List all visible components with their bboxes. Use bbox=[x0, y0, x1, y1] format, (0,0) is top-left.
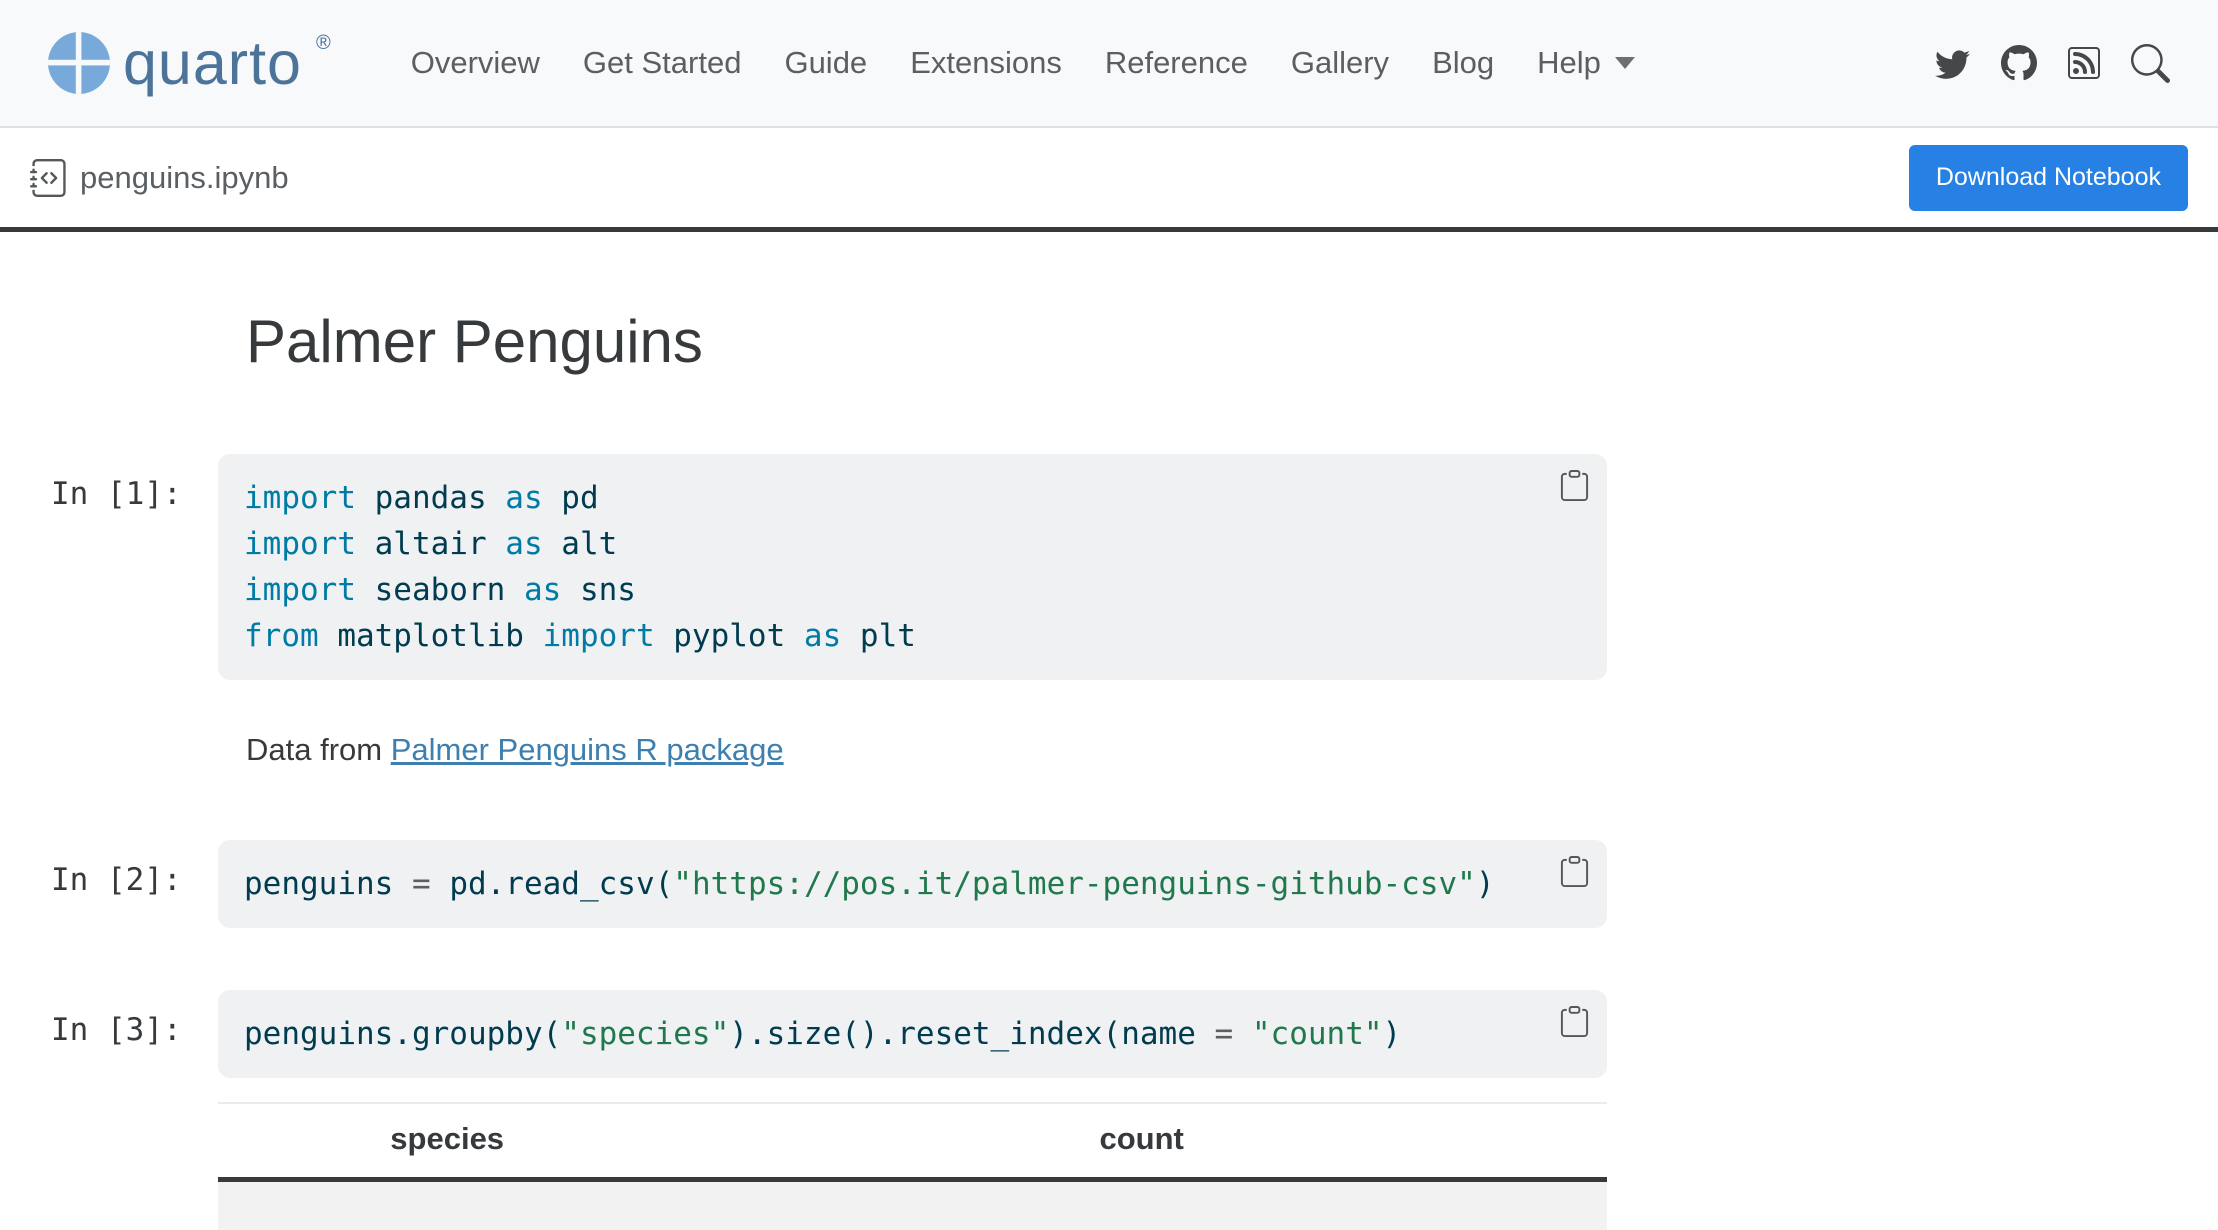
data-source-note: Data from Palmer Penguins R package bbox=[246, 732, 1607, 768]
code-block: penguins.groupby("species").size().reset… bbox=[244, 1011, 1537, 1057]
cell-execution-label: In [2]: bbox=[51, 840, 218, 928]
palmer-penguins-link[interactable]: Palmer Penguins R package bbox=[391, 732, 784, 767]
code-cell-3: In [3]: penguins.groupby("species").size… bbox=[51, 990, 1607, 1078]
code-block: penguins = pd.read_csv("https://pos.it/p… bbox=[244, 861, 1537, 907]
twitter-icon[interactable] bbox=[1935, 46, 1970, 81]
clipboard-copy-icon[interactable] bbox=[1559, 470, 1590, 501]
code-cell-1: In [1]: import pandas as pdimport altair… bbox=[51, 454, 1607, 680]
cell-execution-label: In [3]: bbox=[51, 990, 218, 1078]
nav-link-blog[interactable]: Blog bbox=[1432, 45, 1494, 81]
column-header-species: species bbox=[218, 1103, 676, 1180]
nav-link-reference[interactable]: Reference bbox=[1105, 45, 1248, 81]
quarto-logo[interactable]: quarto ® bbox=[47, 28, 331, 98]
code-block: import pandas as pdimport altair as alti… bbox=[244, 475, 1537, 659]
nav-link-extensions[interactable]: Extensions bbox=[910, 45, 1062, 81]
table-row bbox=[218, 1180, 1607, 1230]
nav-link-gallery[interactable]: Gallery bbox=[1291, 45, 1389, 81]
github-icon[interactable] bbox=[2001, 45, 2037, 81]
code-cell-box: penguins.groupby("species").size().reset… bbox=[218, 990, 1607, 1078]
nav-link-get-started[interactable]: Get Started bbox=[583, 45, 742, 81]
nav-link-overview[interactable]: Overview bbox=[411, 45, 540, 81]
clipboard-copy-icon[interactable] bbox=[1559, 1006, 1590, 1037]
notebook-file: penguins.ipynb bbox=[30, 159, 289, 197]
species-count-table: species count bbox=[218, 1102, 1607, 1230]
nav-link-guide[interactable]: Guide bbox=[784, 45, 867, 81]
search-icon[interactable] bbox=[2131, 44, 2170, 83]
table-header-row: species count bbox=[218, 1103, 1607, 1180]
notebook-filename: penguins.ipynb bbox=[80, 160, 289, 196]
top-navbar: quarto ® Overview Get Started Guide Exte… bbox=[0, 0, 2218, 128]
cell-execution-label: In [1]: bbox=[51, 454, 218, 680]
navbar-links: Overview Get Started Guide Extensions Re… bbox=[411, 45, 1635, 81]
download-notebook-button[interactable]: Download Notebook bbox=[1909, 145, 2188, 211]
dataframe-output: species count bbox=[218, 1102, 1607, 1230]
column-header-count: count bbox=[676, 1103, 1607, 1180]
chevron-down-icon bbox=[1615, 57, 1635, 69]
notebook-content: Palmer Penguins In [1]: import pandas as… bbox=[0, 306, 2218, 1230]
journal-code-icon bbox=[30, 159, 68, 197]
quarto-logo-icon bbox=[47, 31, 111, 95]
code-cell-2: In [2]: penguins = pd.read_csv("https://… bbox=[51, 840, 1607, 928]
registered-trademark: ® bbox=[316, 32, 331, 55]
rss-icon[interactable] bbox=[2068, 47, 2100, 79]
logo-wordmark: quarto bbox=[123, 28, 302, 98]
nav-link-help[interactable]: Help bbox=[1537, 45, 1635, 81]
code-cell-box: import pandas as pdimport altair as alti… bbox=[218, 454, 1607, 680]
navbar-social-icons bbox=[1935, 44, 2170, 83]
notebook-header-bar: penguins.ipynb Download Notebook bbox=[0, 128, 2218, 232]
code-cell-box: penguins = pd.read_csv("https://pos.it/p… bbox=[218, 840, 1607, 928]
page-title: Palmer Penguins bbox=[246, 306, 1607, 378]
clipboard-copy-icon[interactable] bbox=[1559, 856, 1590, 887]
